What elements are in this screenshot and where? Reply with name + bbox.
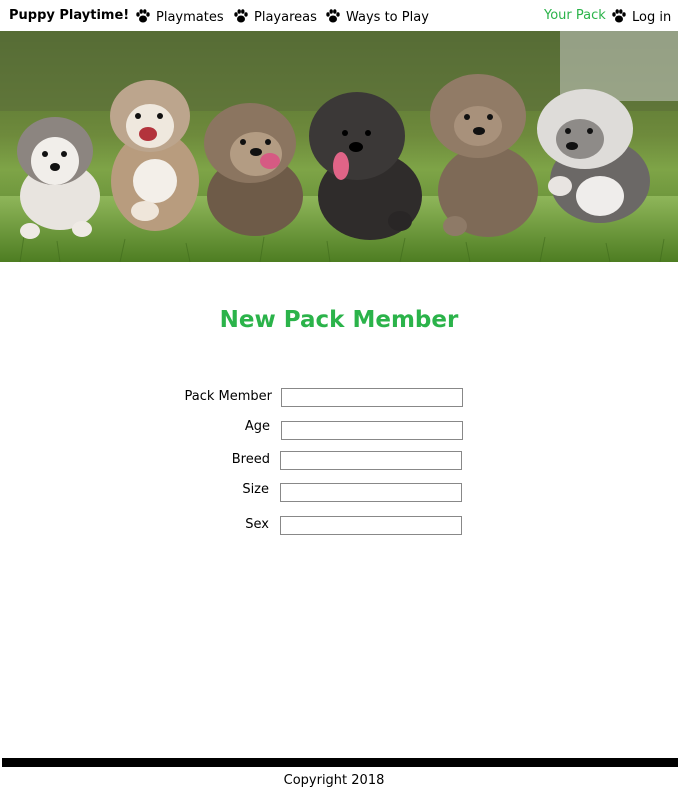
pack-member-label: Pack Member xyxy=(184,389,272,404)
page-title: New Pack Member xyxy=(219,307,459,333)
breed-input[interactable] xyxy=(280,451,462,470)
sex-input[interactable] xyxy=(280,516,462,535)
puppies-banner-image xyxy=(0,31,678,262)
nav-item-playmates[interactable]: Playmates xyxy=(135,8,224,25)
brand-link[interactable]: Puppy Playtime! xyxy=(9,8,129,23)
age-input[interactable] xyxy=(281,421,463,440)
paw-icon xyxy=(611,8,627,24)
top-nav: Puppy Playtime! Playmates Playareas Ways… xyxy=(0,0,678,31)
footer-divider xyxy=(2,758,678,767)
nav-item-label: Playareas xyxy=(254,10,317,25)
copyright-text: Copyright 2018 xyxy=(283,773,385,788)
nav-item-label: Ways to Play xyxy=(346,10,429,25)
paw-icon xyxy=(325,8,341,24)
age-label: Age xyxy=(244,419,270,434)
nav-item-label: Playmates xyxy=(156,10,224,25)
pack-member-input[interactable] xyxy=(281,388,463,407)
breed-label: Breed xyxy=(231,452,270,467)
login-link[interactable]: Log in xyxy=(611,8,671,25)
login-label: Log in xyxy=(632,10,672,25)
paw-icon xyxy=(135,8,151,24)
your-pack-link[interactable]: Your Pack xyxy=(544,8,606,23)
page: Puppy Playtime! Playmates Playareas Ways… xyxy=(0,0,678,797)
size-label: Size xyxy=(242,482,269,497)
nav-item-playareas[interactable]: Playareas xyxy=(233,8,317,25)
size-input[interactable] xyxy=(280,483,462,502)
paw-icon xyxy=(233,8,249,24)
sex-label: Sex xyxy=(245,517,269,532)
nav-item-ways-to-play[interactable]: Ways to Play xyxy=(325,8,429,25)
